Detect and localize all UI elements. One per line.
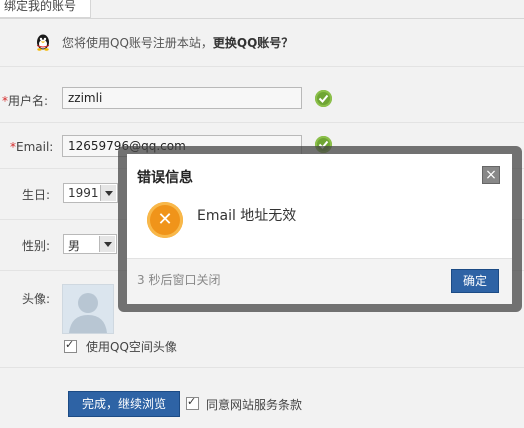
tab-bind-account[interactable]: 绑定我的账号 (0, 0, 91, 18)
use-qq-avatar-checkbox[interactable] (64, 338, 77, 353)
chevron-down-icon (99, 236, 115, 252)
finish-continue-button[interactable]: 完成，继续浏览 (68, 391, 180, 417)
email-label: Email: (16, 140, 54, 154)
dialog-countdown: 3 秒后窗口关闭 (137, 273, 221, 287)
default-avatar-icon (63, 285, 113, 333)
username-label: 用户名: (8, 94, 49, 108)
avatar-label: 头像: (22, 292, 51, 306)
avatar (62, 284, 114, 334)
use-qq-avatar-label: 使用QQ空间头像 (86, 340, 177, 354)
ok-button[interactable]: 确定 (451, 269, 499, 293)
dialog-footer: 3 秒后窗口关闭 确定 (127, 258, 512, 304)
dialog-header: 错误信息 × (127, 154, 512, 196)
gender-label: 性别: (22, 239, 51, 253)
agree-terms-checkbox[interactable] (186, 395, 199, 410)
dialog-title: 错误信息 (137, 170, 193, 186)
agree-terms-label: 同意网站服务条款 (206, 398, 303, 412)
qq-notice: 您将使用QQ账号注册本站，更换QQ账号？ (0, 19, 524, 67)
tab-strip: 绑定我的账号 (0, 0, 524, 19)
username-row: *用户名: zzimli (0, 67, 524, 123)
username-input[interactable]: zzimli (62, 87, 302, 109)
change-qq-account-link[interactable]: 更换QQ账号？ (213, 36, 293, 50)
error-dialog: 错误信息 × Email 地址无效 3 秒后窗口关闭 确定 (127, 154, 512, 304)
gender-value: 男 (68, 239, 81, 253)
dialog-message: Email 地址无效 (197, 208, 297, 224)
gender-select[interactable]: 男 (63, 234, 117, 254)
chevron-down-icon (100, 185, 116, 201)
birthday-year-value: 1991 (68, 186, 99, 200)
birthday-year-select[interactable]: 1991 (63, 183, 118, 203)
qq-penguin-icon (37, 34, 49, 51)
divider (0, 366, 524, 368)
username-valid-icon (315, 90, 332, 107)
notice-text: 您将使用QQ账号注册本站， (62, 36, 213, 50)
error-icon (147, 202, 183, 238)
tab-label: 绑定我的账号 (4, 0, 77, 13)
birthday-label: 生日: (22, 188, 51, 202)
close-icon[interactable]: × (482, 166, 500, 184)
